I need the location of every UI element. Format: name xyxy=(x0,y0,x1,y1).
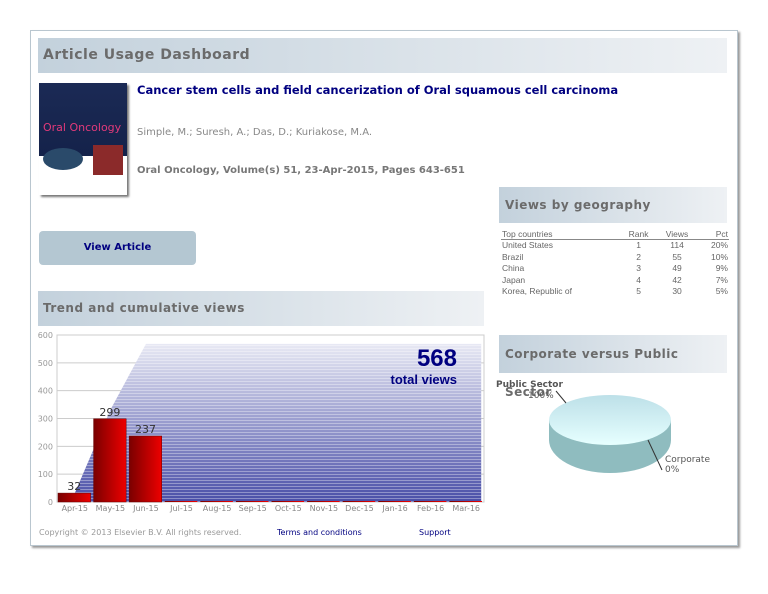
x-tick-label: Aug-15 xyxy=(203,504,232,513)
bar-value-label: 237 xyxy=(135,423,156,436)
x-tick-label: Sep-15 xyxy=(239,504,267,513)
bar-Apr-15 xyxy=(57,492,91,503)
corporate-pct: 0% xyxy=(665,465,680,475)
bar-Feb-16 xyxy=(413,501,447,502)
y-tick-label: 100 xyxy=(38,470,53,479)
y-tick-label: 200 xyxy=(38,442,53,451)
x-tick-label: Jun-15 xyxy=(132,504,159,513)
x-tick-label: Oct-15 xyxy=(275,504,302,513)
y-tick-label: 600 xyxy=(38,331,53,340)
bar-Oct-15 xyxy=(271,501,305,502)
public-leader xyxy=(555,390,567,404)
x-tick-label: Jul-15 xyxy=(169,504,193,513)
bar-Sep-15 xyxy=(235,501,269,502)
y-tick-label: 500 xyxy=(38,359,53,368)
bar-Jan-16 xyxy=(378,501,411,502)
corporate-label: Corporate xyxy=(665,455,710,465)
bar-Jul-15 xyxy=(164,501,198,502)
x-tick-label: Apr-15 xyxy=(62,504,88,513)
x-tick-label: May-15 xyxy=(96,504,125,513)
x-tick-label: Mar-16 xyxy=(452,504,480,513)
pie-slice-public-sector xyxy=(549,395,671,445)
bar-value-label: 32 xyxy=(67,480,81,493)
bar-Nov-15 xyxy=(307,501,340,502)
public-sector-label: Public Sector xyxy=(496,380,563,390)
y-tick-label: 0 xyxy=(48,498,53,507)
bar-Mar-16 xyxy=(449,501,482,502)
y-tick-label: 300 xyxy=(38,415,53,424)
bar-Dec-15 xyxy=(342,501,376,502)
bar-value-label: 299 xyxy=(99,406,120,419)
x-tick-label: Nov-15 xyxy=(310,504,338,513)
x-tick-label: Feb-16 xyxy=(417,504,444,513)
bar-May-15 xyxy=(93,418,127,503)
total-views-label: total views xyxy=(391,372,457,387)
bar-Aug-15 xyxy=(200,501,233,502)
y-tick-label: 400 xyxy=(38,387,53,396)
sector-pie-chart: Public Sector 100% Corporate 0% xyxy=(496,380,710,475)
total-views-number: 568 xyxy=(417,345,457,372)
x-tick-label: Jan-16 xyxy=(381,504,407,513)
x-tick-label: Dec-15 xyxy=(345,504,374,513)
public-sector-pct: 100% xyxy=(528,391,554,401)
bar-Jun-15 xyxy=(128,435,163,503)
trend-chart: 0 100 200 300 400 500 600 32 Apr-15 299 May-15 237 J… xyxy=(38,331,711,513)
